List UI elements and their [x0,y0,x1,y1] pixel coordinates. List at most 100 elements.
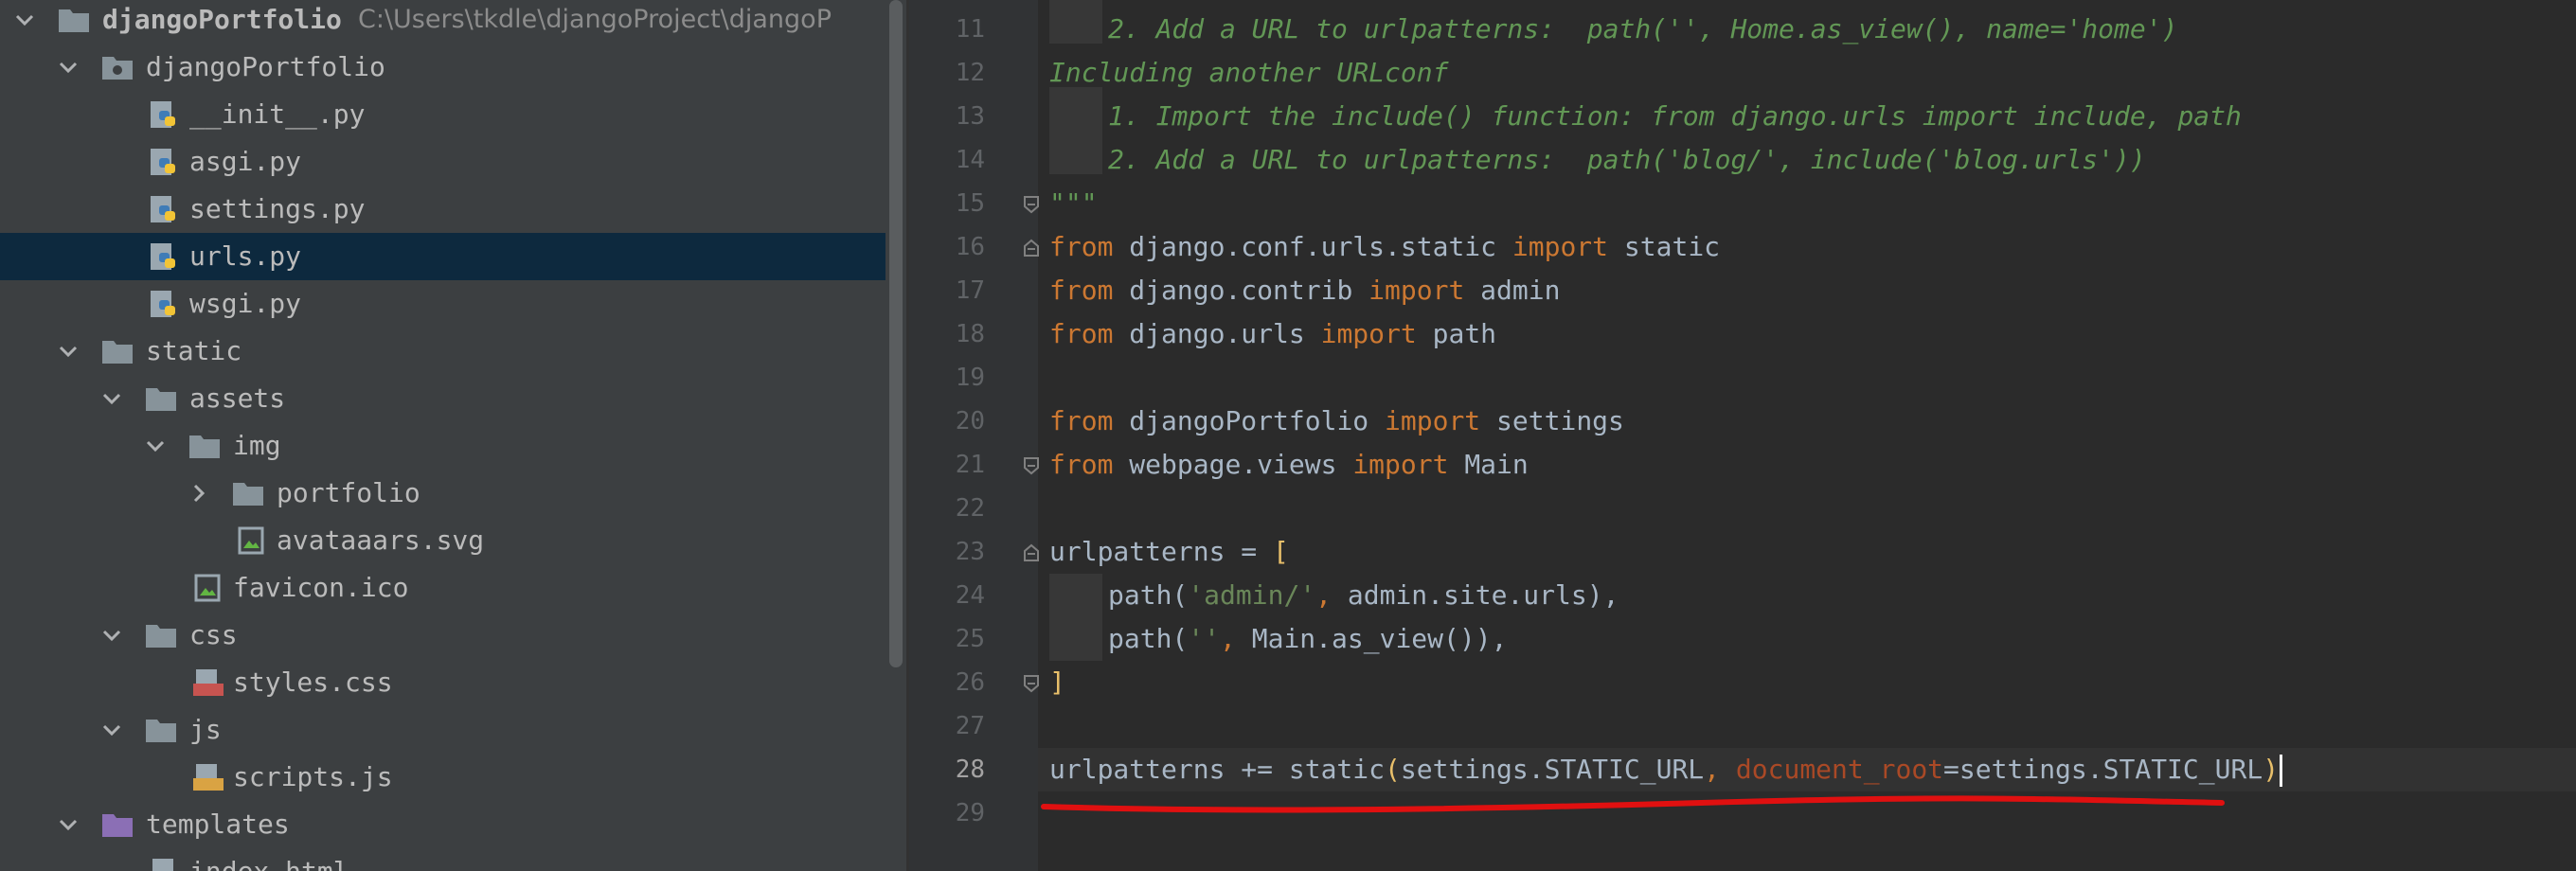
keyword-from: from [1049,318,1114,349]
code-line-18[interactable]: from django.urls import path [1049,312,1496,356]
tree-row-favicon-ico[interactable]: favicon.ico [0,564,886,612]
line-number: 20 [955,407,985,436]
image-file-icon [238,526,264,555]
chevron-down-icon[interactable] [13,9,36,31]
code-line-17[interactable]: from django.contrib import admin [1049,269,1560,312]
fold-start-icon[interactable] [1023,543,1040,562]
code-line-26[interactable]: ] [1049,661,1065,704]
code-line-23[interactable]: urlpatterns = [ [1049,530,1289,574]
tree-scrollbar-thumb[interactable] [889,0,903,667]
tree-row-js[interactable]: js [0,706,886,754]
code-line-12[interactable]: Including another URLconf [1049,51,1448,95]
code-text: path( [1108,579,1189,611]
tree-item-label: __init__.py [189,98,366,130]
tree-item-label: assets [189,382,286,414]
keyword-from: from [1049,449,1114,480]
chevron-down-icon[interactable] [57,813,80,836]
keyword-import: import [1368,275,1465,306]
chevron-down-icon[interactable] [100,387,123,410]
tree-item-label: index.html [189,848,349,871]
package-folder-icon [102,57,133,80]
fold-end-icon[interactable] [1023,456,1040,475]
tree-row-static[interactable]: static [0,328,886,375]
line-number: 25 [955,625,985,653]
chevron-right-icon[interactable] [188,482,210,505]
tree-row-project-root[interactable]: djangoPortfolio C:\Users\tkdle\djangoPro… [0,0,886,44]
tree-row-img[interactable]: img [0,422,886,470]
code-text: urlpatterns += static [1049,754,1386,785]
code-comment: 2. Add a URL to urlpatterns: path('', Ho… [1108,13,2178,44]
chevron-down-icon[interactable] [57,340,80,363]
tree-item-label: favicon.ico [233,572,409,603]
keyword-from: from [1049,405,1114,436]
code-line-13[interactable]: 1. Import the include() function: from d… [1108,95,2242,138]
tree-row-templates[interactable]: templates [0,801,886,848]
keyword-from: from [1049,231,1114,262]
tree-item-label: static [146,335,242,366]
chevron-down-icon[interactable] [100,624,123,647]
line-number: 17 [955,276,985,305]
code-line-14[interactable]: 2. Add a URL to urlpatterns: path('blog/… [1108,138,2146,182]
code-text: path( [1108,623,1189,654]
keyword-import: import [1512,231,1609,262]
code-text: settings.STATIC_URL [1400,754,1705,785]
line-number: 24 [955,581,985,610]
chevron-down-icon[interactable] [57,56,80,79]
tree-row-assets[interactable]: assets [0,375,886,422]
tree-row-css[interactable]: css [0,612,886,659]
tree-row-package-djangoportfolio[interactable]: djangoPortfolio [0,44,886,91]
code-text: admin.site.urls), [1347,579,1619,611]
folder-icon [146,625,176,648]
code-line-21[interactable]: from webpage.views import Main [1049,443,1529,487]
python-file-icon [151,149,175,175]
fold-end-icon[interactable] [1023,674,1040,693]
tree-row-settings-py[interactable]: settings.py [0,186,886,233]
comma: , [1315,579,1348,611]
tree-row-asgi-py[interactable]: asgi.py [0,138,886,186]
module-name: webpage.views [1113,449,1353,480]
chevron-down-icon[interactable] [144,435,167,457]
comma: , [1704,754,1736,785]
tree-row-init-py[interactable]: __init__.py [0,91,886,138]
tree-item-label: wsgi.py [189,288,302,319]
line-number: 19 [955,364,985,392]
tree-item-label: urls.py [189,240,302,272]
tree-item-label: js [189,714,222,745]
fold-start-icon[interactable] [1023,239,1040,258]
line-number: 16 [955,233,985,261]
tree-row-index-html[interactable]: index.html [0,848,886,871]
keyword-import: import [1352,449,1449,480]
close-bracket: ] [1049,667,1065,698]
code-line-20[interactable]: from djangoPortfolio import settings [1049,400,1624,443]
line-number: 13 [955,102,985,131]
code-line-25[interactable]: path('', Main.as_view()), [1108,617,1507,661]
tree-row-avataaars-svg[interactable]: avataaars.svg [0,517,886,564]
code-line-24[interactable]: path('admin/', admin.site.urls), [1108,574,1619,617]
import-name: settings [1480,405,1624,436]
tree-item-label: scripts.js [233,761,393,792]
code-line-16[interactable]: from django.conf.urls.static import stat… [1049,225,1720,269]
tree-row-urls-py[interactable]: urls.py [0,233,886,280]
string-literal: 'admin/' [1188,579,1316,611]
module-name: django.contrib [1113,275,1369,306]
tree-scrollbar[interactable] [886,0,906,871]
code-line-11[interactable]: 2. Add a URL to urlpatterns: path('', Ho… [1108,8,2177,51]
red-underline-annotation [1041,795,2225,813]
line-number: 22 [955,494,985,523]
html-file-icon [152,859,173,871]
chevron-down-icon[interactable] [100,719,123,741]
tree-row-styles-css[interactable]: styles.css [0,659,886,706]
import-name: static [1608,231,1721,262]
tree-item-label: asgi.py [189,146,302,177]
code-line-15[interactable]: """ [1049,182,1098,225]
tree-row-wsgi-py[interactable]: wsgi.py [0,280,886,328]
fold-end-icon[interactable] [1023,195,1040,214]
tree-item-label: templates [146,809,290,840]
python-file-icon [151,101,175,128]
open-paren: ( [1385,754,1401,785]
tree-item-label: styles.css [233,667,393,698]
tree-item-label: img [233,430,281,461]
tree-row-scripts-js[interactable]: scripts.js [0,754,886,801]
tree-row-portfolio[interactable]: portfolio [0,470,886,517]
tree-item-label: css [189,619,238,650]
